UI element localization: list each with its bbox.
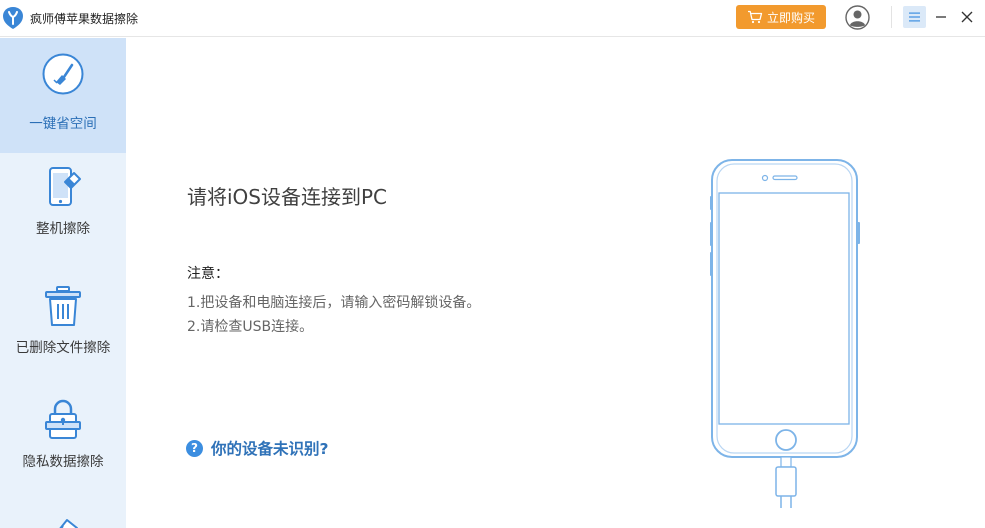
sidebar: 一键省空间 整机擦除 已删除文件擦除 隐私数据擦除: [0, 38, 126, 528]
hamburger-menu-icon: [909, 12, 920, 22]
buy-now-button[interactable]: 立即购买: [736, 5, 826, 29]
close-icon[interactable]: [959, 8, 975, 26]
broom-icon: [42, 53, 84, 95]
title-bar: 疯师傅苹果数据擦除 立即购买: [0, 0, 985, 37]
main-panel: 请将iOS设备连接到PC 注意： 1.把设备和电脑连接后，请输入密码解锁设备。 …: [126, 38, 985, 528]
help-link-text: 你的设备未识别?: [211, 440, 329, 458]
sidebar-item-full-erase[interactable]: 整机擦除: [0, 165, 126, 275]
device-not-recognized-link[interactable]: ? 你的设备未识别?: [186, 437, 329, 459]
note-line-2: 2.请检查USB连接。: [187, 319, 314, 335]
note-title: 注意：: [187, 266, 229, 282]
lock-icon: [45, 399, 81, 439]
menu-button[interactable]: [903, 6, 926, 28]
minimize-icon[interactable]: [933, 8, 949, 26]
buy-now-label: 立即购买: [766, 10, 815, 25]
sidebar-item-more[interactable]: [0, 512, 126, 528]
sidebar-item-label: 整机擦除: [36, 221, 90, 237]
phone-illustration: [710, 159, 860, 508]
note-line-1: 1.把设备和电脑连接后，请输入密码解锁设备。: [187, 295, 481, 311]
sidebar-item-privacy-erase[interactable]: 隐私数据擦除: [0, 398, 126, 508]
trash-icon: [45, 286, 81, 326]
sidebar-item-deleted-files-erase[interactable]: 已删除文件擦除: [0, 284, 126, 394]
phone-eraser-icon: [49, 167, 81, 206]
cart-icon: [747, 10, 763, 24]
sidebar-item-label: 一键省空间: [29, 116, 97, 132]
sidebar-item-label: 隐私数据擦除: [22, 454, 104, 470]
app-logo-icon: [3, 7, 23, 29]
title-bar-divider: [891, 6, 892, 28]
page-title: 请将iOS设备连接到PC: [187, 185, 388, 209]
sidebar-item-free-space[interactable]: 一键省空间: [0, 38, 126, 153]
question-icon: ?: [186, 439, 203, 457]
eraser-icon: [59, 519, 78, 528]
user-avatar-icon[interactable]: [845, 5, 870, 30]
app-title: 疯师傅苹果数据擦除: [30, 12, 139, 26]
sidebar-item-label: 已删除文件擦除: [15, 340, 111, 356]
